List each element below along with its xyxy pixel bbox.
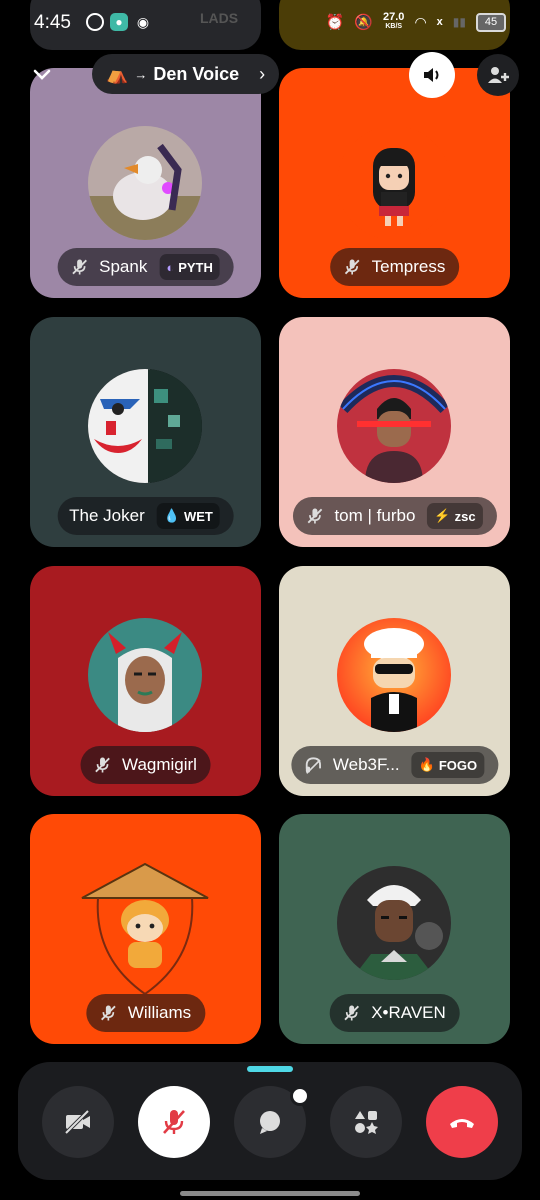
participant-name-pill: Tempress: [329, 248, 460, 286]
drawer-handle[interactable]: [247, 1066, 293, 1072]
network-speed: 27.0 KB/S: [383, 11, 405, 31]
end-call-button[interactable]: [426, 1086, 498, 1158]
mic-muted-icon: [100, 1005, 116, 1021]
chat-notification-dot: [290, 1086, 310, 1106]
avatar: [337, 866, 451, 980]
participant-name-pill: The Joker 💧 WET: [57, 497, 234, 535]
avatar: [88, 126, 202, 240]
guild-tag: ⚡ zsc: [427, 503, 483, 529]
collapse-chevron-icon[interactable]: [30, 62, 54, 86]
participant-name: The Joker: [69, 506, 145, 525]
mic-muted-icon: [71, 259, 87, 275]
hang-up-icon: [450, 1119, 474, 1128]
participant-name-pill: Wagmigirl: [80, 746, 211, 784]
mic-muted-icon: [344, 259, 359, 275]
participant-name: X•RAVEN: [371, 1003, 446, 1022]
drop-icon: 💧: [163, 508, 180, 523]
channel-name: Den Voice: [153, 63, 240, 84]
mic-muted-icon: [163, 1110, 185, 1134]
guild-tag: 🔥 FOGO: [411, 752, 485, 778]
participant-name: Web3F...: [332, 755, 400, 774]
participant-name: Tempress: [371, 257, 446, 276]
participant-name-pill: Williams: [85, 994, 206, 1032]
participant-tile-tempress[interactable]: Tempress: [279, 68, 510, 298]
avatar: [337, 369, 451, 483]
crescent-icon: ◐: [166, 259, 175, 275]
add-user-button[interactable]: [477, 54, 519, 96]
status-right: ⏰ 🔕 27.0 KB/S ◠ x ▮▮ 45: [326, 12, 506, 32]
participant-tile-williams[interactable]: Williams: [30, 814, 261, 1044]
call-header: ⛺ → Den Voice ›: [0, 52, 540, 100]
mic-muted-icon: [94, 757, 110, 773]
mic-muted-icon: [307, 508, 322, 524]
discord-icon: ◉: [136, 13, 150, 30]
channel-title-button[interactable]: ⛺ → Den Voice ›: [92, 54, 280, 94]
bolt-icon: ⚡: [434, 508, 451, 523]
participant-tile-web3f[interactable]: Web3F... 🔥 FOGO: [279, 566, 510, 796]
mute-bell-icon: 🔕: [354, 14, 374, 31]
participant-tile-tom-furbo[interactable]: tom | furbo ⚡ zsc: [279, 317, 510, 547]
avatar: [337, 618, 451, 732]
participant-tile-wagmigirl[interactable]: Wagmigirl: [30, 566, 261, 796]
participant-tile-spank[interactable]: Spank ◐ PYTH: [30, 68, 261, 298]
avatar: [88, 618, 202, 732]
battery-icon: 45: [476, 12, 506, 32]
network-label: x: [436, 16, 443, 28]
participant-name-pill: Web3F... 🔥 FOGO: [290, 746, 499, 784]
notification-icons: ● ◉: [86, 13, 152, 31]
signal-icon: ▮▮: [452, 15, 466, 29]
status-bar: 4:45 ● ◉ ⏰ 🔕 27.0 KB/S ◠ x ▮▮ 45: [0, 0, 540, 46]
chat-bubble-icon: [260, 1111, 280, 1134]
participant-name-pill: tom | furbo ⚡ zsc: [292, 497, 497, 535]
app-icon: ●: [110, 13, 128, 31]
participant-tile-the-joker[interactable]: The Joker 💧 WET: [30, 317, 261, 547]
camera-toggle-button[interactable]: [42, 1086, 114, 1158]
microphone-toggle-button[interactable]: [138, 1086, 210, 1158]
speaker-icon: [424, 68, 439, 82]
participant-name: Spank: [99, 257, 148, 276]
activities-icon: [355, 1111, 378, 1134]
fire-icon: 🔥: [418, 757, 435, 772]
tent-emoji-icon: ⛺: [106, 63, 129, 84]
mic-muted-icon: [343, 1005, 359, 1021]
status-time: 4:45: [34, 12, 71, 33]
participant-name-pill: X•RAVEN: [329, 994, 460, 1032]
video-off-icon: [64, 1109, 90, 1135]
wifi-icon: ◠: [414, 13, 427, 30]
guild-tag: 💧 WET: [156, 503, 220, 529]
guild-tag: ◐ PYTH: [159, 254, 220, 280]
participant-name: tom | furbo: [334, 506, 416, 525]
participant-name: Williams: [127, 1003, 192, 1022]
avatar: [337, 126, 451, 240]
voice-arrow-icon: →: [134, 66, 148, 82]
alarm-icon: ⏰: [325, 14, 345, 31]
deafened-headphones-icon: [305, 757, 321, 774]
chevron-right-icon: ›: [259, 63, 266, 84]
participant-tile-x-raven[interactable]: X•RAVEN: [279, 814, 510, 1044]
speaker-button[interactable]: [409, 52, 455, 98]
participant-name: Wagmigirl: [122, 755, 197, 774]
avatar: [78, 860, 212, 994]
participant-name-pill: Spank ◐ PYTH: [57, 248, 234, 286]
whatsapp-icon: [86, 13, 104, 31]
activities-button[interactable]: [330, 1086, 402, 1158]
avatar: [88, 369, 202, 483]
add-user-icon: [488, 67, 509, 83]
home-indicator: [180, 1191, 360, 1196]
